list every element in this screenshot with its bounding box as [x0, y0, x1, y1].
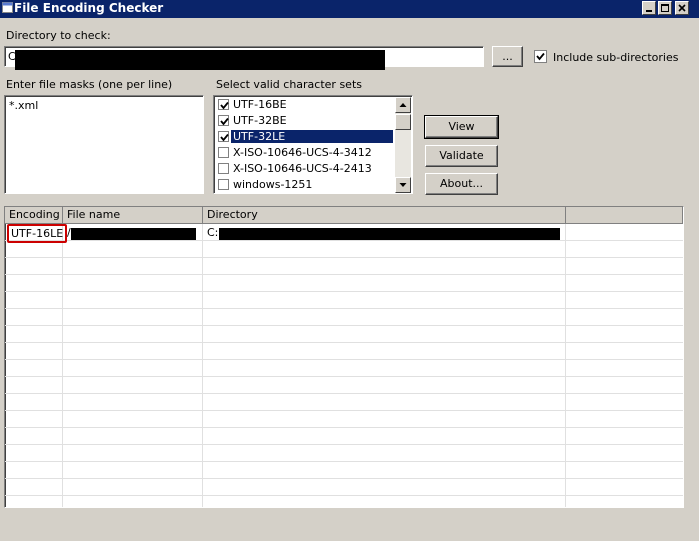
directory-cell: C:	[207, 226, 219, 239]
charset-label: X-ISO-10646-UCS-4-3412	[233, 146, 372, 159]
checkmark-icon	[220, 133, 229, 142]
charset-checkbox[interactable]	[218, 131, 229, 142]
close-button[interactable]	[675, 1, 689, 15]
arrow-down-icon	[399, 183, 407, 187]
row-divider	[5, 393, 683, 394]
column-header-directory[interactable]: Directory	[203, 207, 566, 224]
directory-label: Directory to check:	[6, 29, 111, 42]
minimize-button[interactable]	[642, 1, 656, 15]
charset-label: X-ISO-10646-UCS-4-2413	[233, 162, 372, 175]
scroll-up-button[interactable]	[395, 97, 411, 113]
charset-checkbox[interactable]	[218, 163, 229, 174]
charset-checkbox[interactable]	[218, 99, 229, 110]
row-divider	[5, 495, 683, 496]
charset-checkbox[interactable]	[218, 115, 229, 126]
charsets-scrollbar[interactable]	[395, 97, 411, 193]
charset-item[interactable]: UTF-32LE	[215, 129, 393, 145]
close-icon	[678, 4, 686, 12]
maximize-icon	[661, 4, 669, 12]
minimize-icon	[646, 10, 652, 12]
row-divider	[5, 325, 683, 326]
charset-checkbox[interactable]	[218, 147, 229, 158]
row-divider	[5, 291, 683, 292]
row-divider	[5, 478, 683, 479]
file-masks-value: *.xml	[9, 99, 39, 112]
results-table[interactable]: Encoding File name Directory UTF-16LE / C:	[4, 206, 684, 508]
file-masks-textarea[interactable]: *.xml	[4, 95, 204, 194]
charset-item[interactable]: UTF-16BE	[215, 97, 393, 113]
browse-button[interactable]: ...	[492, 46, 523, 67]
charsets-label: Select valid character sets	[216, 78, 362, 91]
encoding-cell: UTF-16LE	[7, 224, 68, 243]
row-divider	[5, 444, 683, 445]
column-header-file-name[interactable]: File name	[63, 207, 203, 224]
charset-label: UTF-16BE	[233, 98, 287, 111]
redacted-directory	[219, 228, 560, 240]
charset-item[interactable]: X-ISO-10646-UCS-4-3412	[215, 145, 393, 161]
column-divider	[202, 224, 203, 507]
checkmark-icon	[220, 117, 229, 126]
row-divider	[5, 359, 683, 360]
about-button[interactable]: About...	[425, 173, 498, 195]
row-divider	[5, 274, 683, 275]
charset-label: UTF-32BE	[233, 114, 287, 127]
redacted-path	[15, 50, 385, 70]
charset-label: UTF-32LE	[231, 130, 393, 143]
directory-input[interactable]: C	[4, 46, 484, 70]
row-divider	[5, 427, 683, 428]
row-divider	[5, 410, 683, 411]
row-divider	[5, 342, 683, 343]
window-title: File Encoding Checker	[14, 1, 164, 15]
column-divider	[62, 224, 63, 507]
charsets-list: UTF-16BE UTF-32BE UTF-32LE X-ISO-10646-UCS-…	[215, 97, 395, 193]
row-divider	[5, 308, 683, 309]
app-icon	[2, 2, 13, 13]
include-subdirectories-checkbox[interactable]	[534, 50, 547, 63]
title-bar: File Encoding Checker	[0, 0, 699, 18]
table-row[interactable]: UTF-16LE / C:	[5, 224, 683, 243]
charset-checkbox[interactable]	[218, 179, 229, 190]
include-subdirectories-label: Include sub-directories	[553, 51, 679, 64]
file-masks-label: Enter file masks (one per line)	[6, 78, 173, 91]
column-header-encoding[interactable]: Encoding	[5, 207, 63, 224]
scroll-down-button[interactable]	[395, 177, 411, 193]
charset-label: windows-1251	[233, 178, 313, 191]
checkmark-icon	[220, 101, 229, 110]
view-button[interactable]: View	[424, 115, 499, 139]
column-divider	[565, 224, 566, 507]
row-divider	[5, 461, 683, 462]
column-header-filler	[566, 207, 683, 224]
checkmark-icon	[536, 52, 545, 61]
charset-item[interactable]: X-ISO-10646-UCS-4-2413	[215, 161, 393, 177]
scroll-thumb[interactable]	[395, 114, 411, 130]
row-divider	[5, 376, 683, 377]
charset-item[interactable]: UTF-32BE	[215, 113, 393, 129]
charsets-listbox[interactable]: UTF-16BE UTF-32BE UTF-32LE X-ISO-10646-UCS-…	[213, 95, 413, 194]
maximize-button[interactable]	[658, 1, 672, 15]
charset-item[interactable]: windows-1251	[215, 177, 393, 193]
arrow-up-icon	[399, 103, 407, 107]
validate-button[interactable]: Validate	[425, 145, 498, 167]
redacted-file-name	[71, 228, 196, 240]
row-divider	[5, 257, 683, 258]
